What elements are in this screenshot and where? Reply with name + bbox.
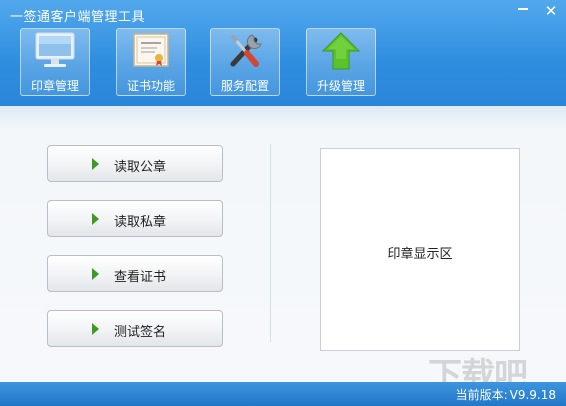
close-button[interactable]: ✕	[538, 0, 564, 22]
play-arrow-icon	[92, 323, 99, 335]
play-arrow-icon	[92, 158, 99, 170]
up-arrow-icon	[321, 32, 361, 70]
app-window: 一签通客户端管理工具 ✕ 印章管理 证书功能 服务配置 升级管理 读取公章 读取…	[0, 0, 566, 406]
version-info: 当前版本: V9.9.18	[456, 386, 556, 403]
button-label: 测试签名	[114, 325, 167, 340]
seal-display-label: 印章显示区	[387, 247, 453, 262]
button-label: 查看证书	[114, 270, 167, 285]
toolbar-item-label: 证书功能	[126, 79, 175, 93]
tools-icon	[230, 34, 262, 67]
read-official-seal-button[interactable]: 读取公章	[47, 145, 223, 182]
close-icon: ✕	[544, 2, 558, 20]
toolbar-item-label: 升级管理	[316, 79, 365, 93]
certificate-icon	[133, 33, 169, 67]
seal-display-area: 印章显示区	[320, 148, 520, 351]
toolbar: 印章管理 证书功能 服务配置 升级管理	[0, 28, 566, 98]
header: 一签通客户端管理工具 ✕ 印章管理 证书功能 服务配置 升级管理	[0, 0, 566, 106]
play-arrow-icon	[92, 268, 99, 280]
divider	[270, 144, 271, 342]
view-certificate-button[interactable]: 查看证书	[47, 255, 223, 292]
version-label: 当前版本:	[455, 388, 508, 402]
monitor-icon	[35, 32, 75, 67]
button-label: 读取私章	[114, 215, 167, 230]
read-private-seal-button[interactable]: 读取私章	[47, 200, 223, 237]
toolbar-item-service-config[interactable]: 服务配置	[210, 28, 280, 96]
toolbar-item-seal-management[interactable]: 印章管理	[20, 28, 90, 96]
minimize-button[interactable]	[510, 0, 536, 22]
toolbar-item-label: 服务配置	[220, 79, 269, 93]
version-value: V9.9.18	[509, 388, 556, 402]
toolbar-item-label: 印章管理	[30, 79, 79, 93]
minimize-icon	[518, 8, 528, 10]
toolbar-item-upgrade[interactable]: 升级管理	[306, 28, 376, 96]
window-title: 一签通客户端管理工具	[10, 10, 146, 25]
toolbar-item-certificate[interactable]: 证书功能	[116, 28, 186, 96]
test-signature-button[interactable]: 测试签名	[47, 310, 223, 347]
status-bar: 当前版本: V9.9.18	[0, 382, 566, 406]
play-arrow-icon	[92, 213, 99, 225]
main-content: 读取公章 读取私章 查看证书 测试签名 印章显示区	[0, 106, 566, 382]
button-label: 读取公章	[114, 160, 167, 175]
